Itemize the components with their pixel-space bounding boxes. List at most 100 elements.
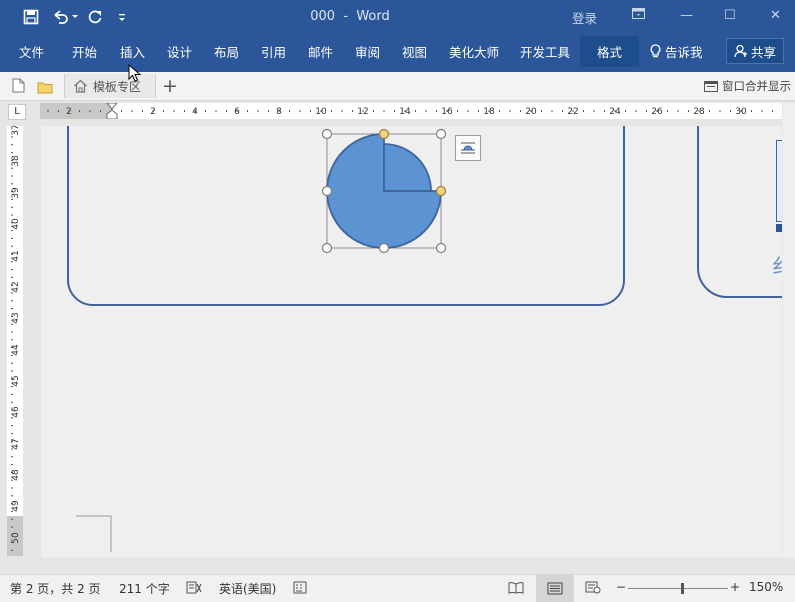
ruler-label: 10 (315, 107, 327, 117)
zoom-out-button[interactable]: − (616, 580, 626, 594)
ruler-label: 2 (66, 107, 72, 117)
resize-handle-top-right[interactable] (435, 128, 447, 140)
tab-selector[interactable]: L (8, 104, 26, 120)
resize-handle-bottom[interactable] (378, 242, 390, 254)
save-icon[interactable] (20, 7, 42, 27)
horizontal-ruler[interactable]: 2 2 4 6 8 10 12 14 16 18 20 22 24 26 28 … (40, 103, 782, 119)
ruler-label: 40 (11, 218, 21, 230)
title-separator: - (343, 9, 349, 24)
ruler-label: 41 (11, 250, 21, 261)
zoom-level[interactable]: 150% (749, 580, 783, 594)
resize-handle-bottom-left[interactable] (321, 242, 333, 254)
tab-file[interactable]: 文件 (19, 42, 44, 61)
ruler-label: 2 (150, 107, 156, 117)
ruler-label: 30 (735, 107, 747, 117)
ruler-label: 45 (11, 375, 21, 386)
ruler-label: 24 (609, 107, 621, 117)
vertical-ruler[interactable]: 37 38 39 40 41 42 43 44 45 46 47 48 49 5… (7, 126, 23, 556)
tab-beautify-master[interactable]: 美化大师 (449, 42, 499, 61)
zoom-in-button[interactable]: + (730, 580, 740, 594)
window-title: 000 - Word (300, 9, 400, 24)
read-mode-icon[interactable] (508, 581, 524, 597)
share-button[interactable]: 共享 (726, 38, 784, 64)
add-tab-button[interactable]: + (162, 75, 178, 97)
sign-in-link[interactable]: 登录 (572, 8, 597, 27)
tab-insert[interactable]: 插入 (120, 42, 145, 61)
person-icon (734, 44, 747, 58)
language-indicator[interactable]: 英语(美国) (219, 580, 276, 597)
merge-windows-label: 窗口合并显示 (722, 79, 791, 93)
vertical-ruler-ticks: 37 38 39 40 41 42 43 44 45 46 47 48 49 5… (7, 126, 23, 556)
ruler-label: 37 (11, 126, 21, 136)
minimize-button[interactable]: — (680, 8, 693, 23)
home-icon (74, 79, 87, 93)
print-layout-icon (547, 582, 563, 595)
ruler-label: 20 (525, 107, 537, 117)
ruler-label: 50 (11, 532, 21, 544)
ruler-label: 8 (276, 107, 282, 117)
document-canvas[interactable]: 纟 (41, 126, 782, 557)
margin-corner-mark (76, 515, 112, 552)
ruler-label: 12 (357, 107, 368, 117)
folder-icon[interactable] (37, 79, 53, 98)
ruler-label: 49 (11, 500, 21, 512)
ruler-label: 46 (11, 406, 21, 418)
zoom-slider[interactable] (628, 583, 728, 594)
tab-references[interactable]: 引用 (261, 42, 286, 61)
ruler-label: 22 (567, 107, 578, 117)
tab-layout[interactable]: 布局 (214, 42, 239, 61)
document-name: 000 (310, 9, 336, 24)
ruler-label: 38 (11, 155, 21, 167)
resize-handle-top-left[interactable] (321, 128, 333, 140)
title-bar: 000 - Word 登录 — ☐ ✕ (0, 0, 795, 34)
web-layout-icon[interactable] (585, 581, 601, 597)
new-document-icon[interactable] (12, 78, 25, 97)
hanging-indent-marker[interactable] (106, 109, 118, 119)
tab-developer[interactable]: 开发工具 (520, 42, 570, 61)
macro-recording-icon[interactable] (293, 581, 307, 597)
word-count[interactable]: 211 个字 (119, 580, 170, 597)
tell-me-label: 告诉我 (665, 45, 703, 60)
proofing-icon[interactable] (186, 581, 202, 597)
redo-icon[interactable] (84, 7, 106, 27)
vertical-scrollbar[interactable] (783, 103, 795, 557)
tab-review[interactable]: 审阅 (355, 42, 380, 61)
tab-view[interactable]: 视图 (402, 42, 427, 61)
tab-home[interactable]: 开始 (72, 42, 97, 61)
merge-windows-button[interactable]: 窗口合并显示 (704, 78, 791, 94)
tab-design[interactable]: 设计 (167, 42, 192, 61)
ribbon-display-options-icon[interactable] (632, 8, 645, 24)
print-layout-button[interactable] (536, 575, 574, 602)
first-line-indent-marker[interactable] (106, 103, 118, 110)
pie-selected-arc (383, 143, 432, 192)
lightbulb-icon (650, 44, 661, 58)
pie-shape-layer (76, 128, 447, 552)
ruler-label: 47 (11, 438, 21, 449)
close-button[interactable]: ✕ (770, 8, 781, 23)
ruler-label: 43 (11, 312, 21, 323)
ribbon-tabs: 文件 开始 插入 设计 布局 引用 邮件 审阅 视图 美化大师 开发工具 格式 … (0, 34, 795, 72)
layout-options-icon (461, 142, 475, 154)
app-name: Word (356, 9, 390, 24)
resize-handle-bottom-right[interactable] (435, 242, 447, 254)
maximize-button[interactable]: ☐ (724, 8, 736, 23)
undo-icon[interactable] (50, 7, 80, 27)
ruler-label: 4 (192, 107, 198, 117)
adjust-handle-end[interactable] (435, 185, 447, 197)
window-icon (704, 80, 718, 92)
customize-toolbar-icon[interactable] (114, 7, 130, 27)
tell-me-search[interactable]: 告诉我 (650, 42, 703, 61)
tab-mailings[interactable]: 邮件 (308, 42, 333, 61)
horizontal-ruler-ticks: 2 2 4 6 8 10 12 14 16 18 20 22 24 26 28 … (47, 103, 773, 119)
ruler-label: 48 (11, 469, 21, 481)
page-indicator[interactable]: 第 2 页，共 2 页 (10, 580, 101, 597)
adjust-handle-start[interactable] (378, 128, 390, 140)
ruler-label: 39 (11, 187, 21, 199)
resize-handle-left[interactable] (321, 185, 333, 197)
tab-format[interactable]: 格式 (580, 36, 640, 67)
status-bar: 第 2 页，共 2 页 211 个字 英语(美国) − + 150% (0, 574, 795, 602)
ruler-label: 42 (11, 281, 21, 292)
layout-options-button[interactable] (455, 135, 481, 161)
ruler-label: 14 (399, 107, 411, 117)
zoom-slider-thumb[interactable] (681, 583, 684, 594)
